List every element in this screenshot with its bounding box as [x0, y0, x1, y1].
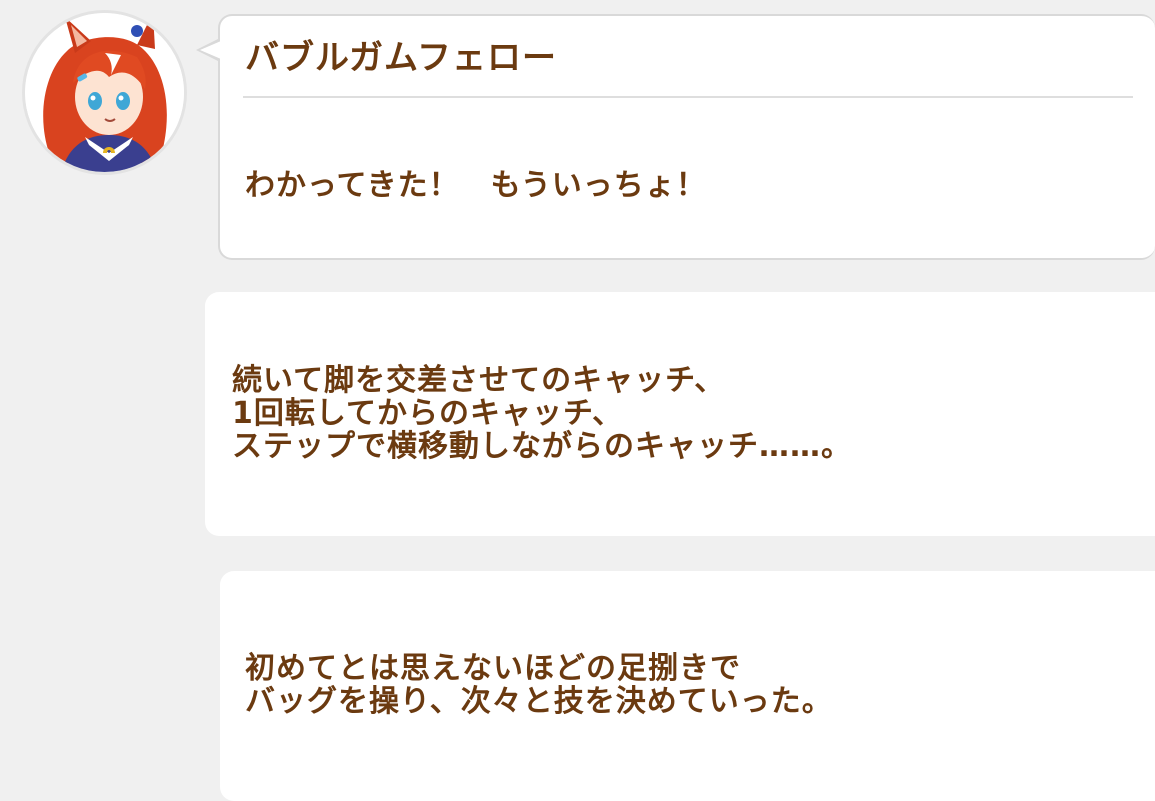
narration-text: 初めてとは思えないほどの足捌きで バッグを操り、次々と技を決めていった。 [245, 652, 833, 718]
dialogue-text: わかってきた！ もういっちょ！ [245, 168, 707, 203]
narration-line: 1回転してからのキャッチ、 [232, 396, 624, 431]
character-portrait-icon [25, 13, 184, 172]
narration-text: 続いて脚を交差させてのキャッチ、 1回転してからのキャッチ、 ステップで横移動しなが… [232, 364, 852, 463]
narration-line: 初めてとは思えないほどの足捌きで [245, 651, 741, 686]
narration-line: バッグを操り、次々と技を決めていった。 [245, 684, 833, 719]
speech-bubble-tail-fill [200, 41, 221, 59]
name-divider [243, 96, 1133, 98]
narration-line: 続いて脚を交差させてのキャッチ、 [232, 363, 726, 398]
narration-line: ステップで横移動しながらのキャッチ……。 [232, 429, 852, 464]
speaker-name: バブルガムフェロー [245, 38, 557, 78]
character-avatar [22, 10, 187, 175]
